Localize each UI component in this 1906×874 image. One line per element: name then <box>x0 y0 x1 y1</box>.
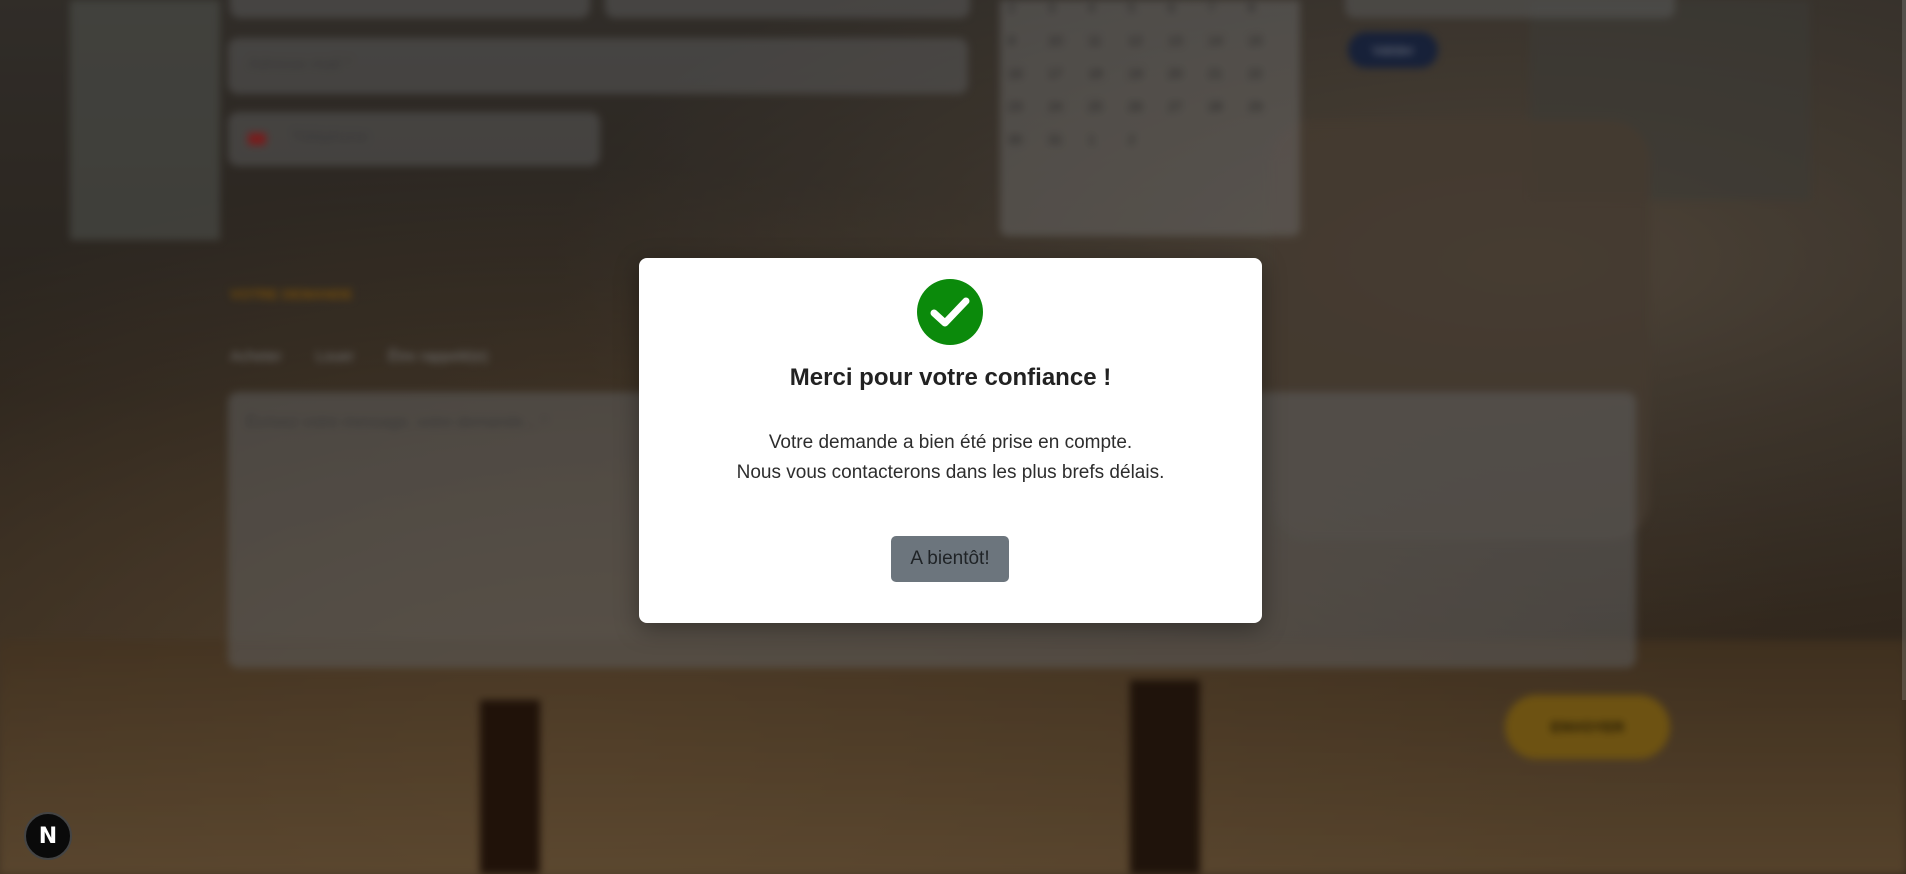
check-circle-icon <box>917 279 983 345</box>
dialog-message-line: Nous vous contacterons dans les plus bre… <box>736 462 1165 483</box>
confirmation-dialog: Merci pour votre confiance ! Votre deman… <box>639 258 1262 623</box>
dialog-message-line: Votre demande a bien été prise en compte… <box>768 432 1133 453</box>
close-dialog-button[interactable]: A bientôt! <box>891 536 1009 582</box>
nextjs-icon[interactable]: N <box>24 812 72 860</box>
dialog-title: Merci pour votre confiance ! <box>789 364 1112 391</box>
dialog-message: Votre demande a bien été prise en compte… <box>639 428 1262 488</box>
scrollbar[interactable] <box>1902 0 1906 700</box>
dev-badge-label: N <box>38 823 58 849</box>
